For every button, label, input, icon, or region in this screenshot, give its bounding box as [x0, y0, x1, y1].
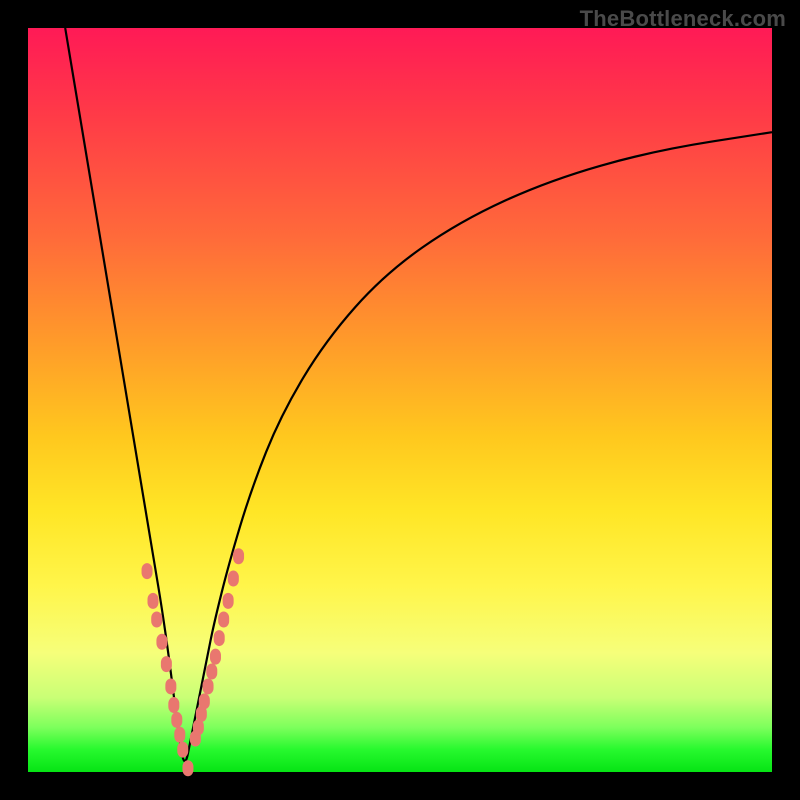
marker-point: [210, 649, 221, 665]
chart-container: TheBottleneck.com: [0, 0, 800, 800]
marker-point: [165, 678, 176, 694]
marker-point: [182, 760, 193, 776]
marker-point: [203, 678, 214, 694]
marker-point: [214, 630, 225, 646]
marker-point: [171, 712, 182, 728]
marker-point: [151, 611, 162, 627]
plot-area: [28, 28, 772, 772]
marker-point: [218, 611, 229, 627]
marker-point: [223, 593, 234, 609]
bottleneck-curve: [65, 28, 772, 761]
marker-point: [233, 548, 244, 564]
marker-point: [228, 571, 239, 587]
marker-point: [206, 664, 217, 680]
marker-point: [174, 727, 185, 743]
marker-point: [199, 693, 210, 709]
overlay-svg: [28, 28, 772, 772]
marker-point: [142, 563, 153, 579]
marker-point: [177, 742, 188, 758]
marker-point: [147, 593, 158, 609]
marker-point: [161, 656, 172, 672]
marker-point: [168, 697, 179, 713]
marker-point: [156, 634, 167, 650]
